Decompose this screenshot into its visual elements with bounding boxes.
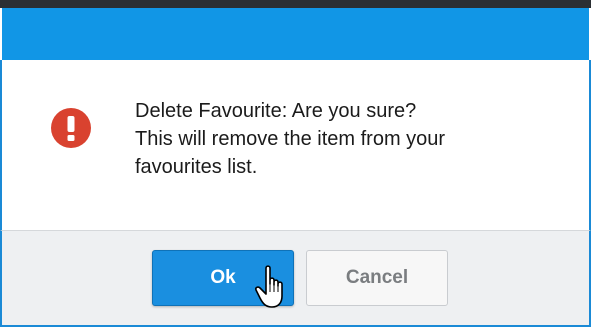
dialog-message: Delete Favourite: Are you sure? This wil… xyxy=(135,97,565,181)
cancel-button[interactable]: Cancel xyxy=(306,250,448,306)
hand-pointer-icon xyxy=(253,264,293,312)
message-line-3: favourites list. xyxy=(135,156,258,178)
message-line-1: Delete Favourite: Are you sure? xyxy=(135,100,417,122)
window-top-edge xyxy=(0,0,591,8)
message-line-2: This will remove the item from your xyxy=(135,128,446,150)
dialog-title-bar[interactable] xyxy=(2,8,589,60)
confirm-delete-dialog: Delete Favourite: Are you sure? This wil… xyxy=(0,0,591,327)
dialog-footer xyxy=(0,230,591,327)
exclamation-circle-icon xyxy=(51,108,91,148)
